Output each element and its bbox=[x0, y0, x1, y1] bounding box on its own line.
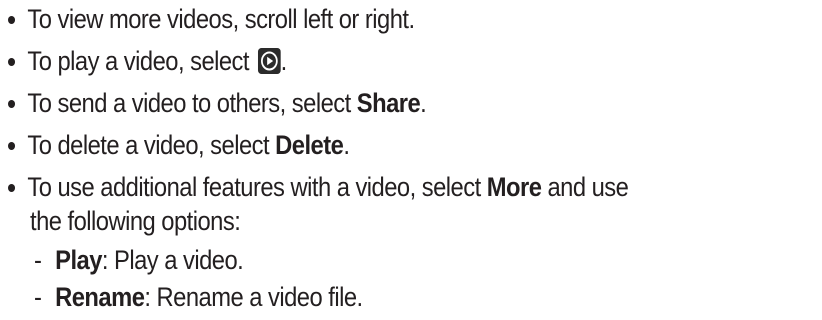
bullet-point bbox=[8, 16, 16, 24]
bullet-continuation: the following options: bbox=[30, 206, 241, 236]
play-button-icon bbox=[257, 48, 281, 74]
bullet-text: To delete a video, select bbox=[27, 130, 276, 160]
sub-item-dash: - bbox=[34, 245, 42, 275]
more-option-label: More bbox=[486, 172, 542, 202]
bullet-text: To send a video to others, select bbox=[27, 88, 357, 118]
bullet-point bbox=[8, 58, 16, 66]
bullet-item-view-more: To view more videos, scroll left or righ… bbox=[8, 2, 415, 36]
bullet-suffix: and use bbox=[541, 172, 629, 202]
sub-item-dash: - bbox=[34, 282, 42, 312]
bullet-point bbox=[8, 100, 16, 108]
bullet-item-delete: To delete a video, select Delete. bbox=[8, 128, 350, 162]
bullet-item-share: To send a video to others, select Share. bbox=[8, 86, 427, 120]
share-option-label: Share bbox=[356, 88, 421, 118]
delete-option-label: Delete bbox=[275, 130, 344, 160]
bullet-suffix: . bbox=[343, 130, 350, 160]
sub-item-name: Play bbox=[55, 245, 102, 275]
sub-item-desc: : Rename a video file. bbox=[144, 282, 363, 312]
bullet-point bbox=[8, 142, 16, 150]
bullet-suffix: . bbox=[280, 46, 288, 76]
bullet-item-more: To use additional features with a video,… bbox=[8, 170, 629, 204]
bullet-suffix: . bbox=[420, 88, 427, 118]
bullet-point bbox=[8, 184, 16, 192]
sub-item-name: Rename bbox=[55, 282, 145, 312]
bullet-item-play: To play a video, select . bbox=[8, 44, 287, 78]
sub-item-play: - Play: Play a video. bbox=[34, 243, 244, 277]
sub-item-rename: - Rename: Rename a video file. bbox=[34, 280, 363, 314]
instruction-document: To view more videos, scroll left or righ… bbox=[0, 0, 822, 320]
bullet-text: To view more videos, scroll left or righ… bbox=[27, 4, 415, 34]
sub-item-desc: : Play a video. bbox=[101, 245, 244, 275]
bullet-text: To use additional features with a video,… bbox=[27, 172, 487, 202]
bullet-text: To play a video, select bbox=[27, 46, 256, 76]
